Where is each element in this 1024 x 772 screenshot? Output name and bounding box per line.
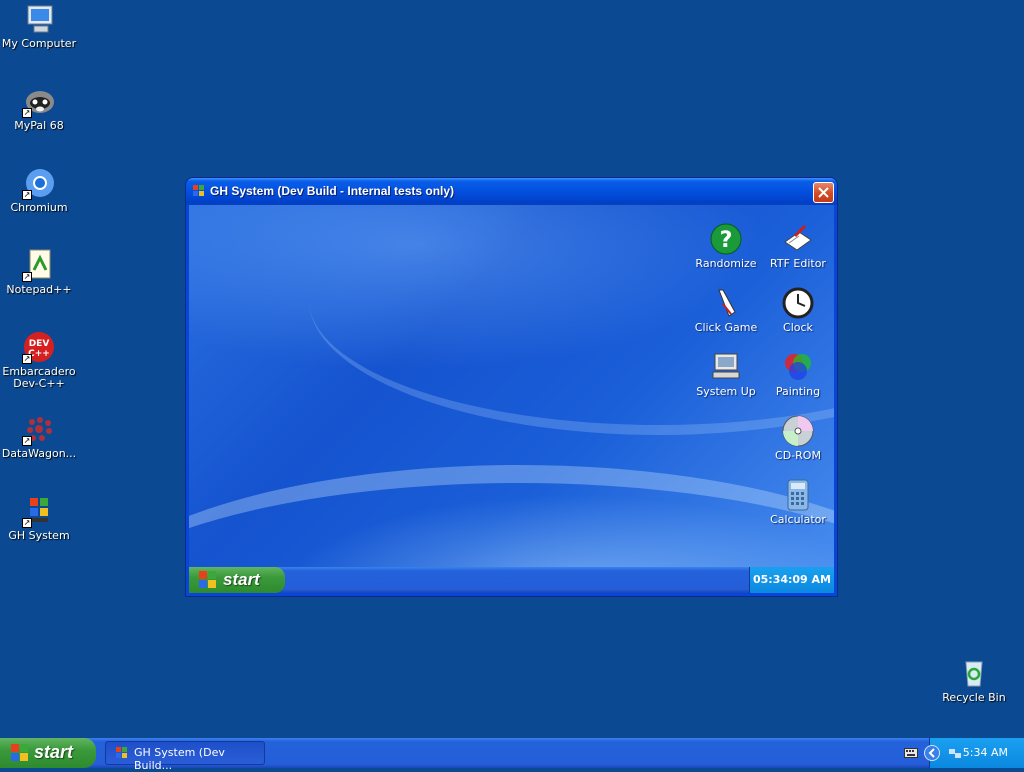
app-label: Painting xyxy=(775,385,821,398)
notepad-icon xyxy=(781,222,815,256)
color-circles-icon xyxy=(781,350,815,384)
question-icon: ? xyxy=(709,222,743,256)
desktop-icon-label: MyPal 68 xyxy=(14,119,64,132)
desktop-icon-label: My Computer xyxy=(1,37,77,50)
chevron-left-icon xyxy=(928,748,935,758)
desktop-icon-datawagon[interactable]: ↗ DataWagon... xyxy=(0,412,78,460)
taskbar-item-label: GH System (Dev Build... xyxy=(134,746,225,772)
shortcut-arrow-icon: ↗ xyxy=(22,190,32,200)
raccoon-icon: ↗ xyxy=(22,84,56,118)
close-icon xyxy=(818,187,829,198)
window-desktop-area: ? Randomize RTF Editor Click Game Clock xyxy=(189,205,834,593)
shortcut-arrow-icon: ↗ xyxy=(22,108,32,118)
desktop-icon-mypal[interactable]: ↗ MyPal 68 xyxy=(0,84,78,132)
app-rtf-editor[interactable]: RTF Editor xyxy=(763,222,833,270)
recycle-bin-icon xyxy=(957,656,991,690)
app-clock[interactable]: Clock xyxy=(763,286,833,334)
app-label: CD-ROM xyxy=(775,449,821,462)
desktop-icon-chromium[interactable]: ↗ Chromium xyxy=(0,166,78,214)
tray-expand-button[interactable] xyxy=(924,745,940,761)
app-click-game[interactable]: Click Game xyxy=(691,286,761,334)
desktop-icon-label: Notepad++ xyxy=(6,283,72,296)
desktop-icon-label: Embarcadero Dev-C++ xyxy=(2,365,76,390)
windows-logo-icon xyxy=(11,744,28,761)
desktop-icon-gh-system[interactable]: ↗ GH System xyxy=(0,494,78,542)
clock-icon xyxy=(781,286,815,320)
system-tray: 5:34 AM xyxy=(929,738,1024,768)
window-titlebar[interactable]: GH System (Dev Build - Internal tests on… xyxy=(186,178,837,205)
network-icon[interactable] xyxy=(948,746,962,760)
desktop-icon-recycle-bin[interactable]: Recycle Bin xyxy=(935,656,1013,704)
app-flag-icon xyxy=(192,184,206,198)
tray-clock: 5:34 AM xyxy=(962,746,1008,759)
app-flag-icon xyxy=(115,746,129,760)
start-label: start xyxy=(34,742,74,762)
app-label: RTF Editor xyxy=(770,257,826,270)
app-label: Randomize xyxy=(695,257,757,270)
inner-taskbar: start 05:34:09 AM xyxy=(189,567,834,593)
app-label: Clock xyxy=(783,321,813,334)
app-cd-rom[interactable]: CD-ROM xyxy=(763,414,833,462)
start-button[interactable]: start xyxy=(0,738,96,768)
notepadpp-icon: ↗ xyxy=(22,248,56,282)
keyboard-icon[interactable] xyxy=(904,748,918,758)
app-calculator[interactable]: Calculator xyxy=(763,478,833,526)
shortcut-arrow-icon: ↗ xyxy=(22,272,32,282)
computer-icon xyxy=(22,2,56,36)
shortcut-arrow-icon: ↗ xyxy=(22,518,32,528)
gh-system-window[interactable]: GH System (Dev Build - Internal tests on… xyxy=(186,178,837,596)
app-system-up[interactable]: System Up xyxy=(691,350,761,398)
app-randomize[interactable]: ? Randomize xyxy=(691,222,761,270)
windows-logo-icon xyxy=(199,571,216,588)
taskbar-item-gh-system[interactable]: GH System (Dev Build... xyxy=(105,741,265,772)
close-button[interactable] xyxy=(813,182,834,203)
inner-clock: 05:34:09 AM xyxy=(749,567,834,593)
app-label: Calculator xyxy=(770,513,826,526)
windows-flag-icon: ↗ xyxy=(22,494,56,528)
svg-text:?: ? xyxy=(720,228,733,253)
shortcut-arrow-icon: ↗ xyxy=(22,354,32,364)
inner-start-label: start xyxy=(223,570,260,589)
chromium-icon: ↗ xyxy=(22,166,56,200)
desktop-icon-label: Recycle Bin xyxy=(942,691,1006,704)
shortcut-arrow-icon: ↗ xyxy=(22,436,32,446)
app-painting[interactable]: Painting xyxy=(763,350,833,398)
inner-start-button[interactable]: start xyxy=(189,567,285,593)
svg-text:DEV: DEV xyxy=(29,339,50,349)
desktop-icon-notepadpp[interactable]: ↗ Notepad++ xyxy=(0,248,78,296)
datawagon-icon: ↗ xyxy=(22,412,56,446)
app-label: Click Game xyxy=(694,321,758,334)
taskbar: start GH System (Dev Build... 5:34 AM xyxy=(0,738,1024,772)
window-title: GH System (Dev Build - Internal tests on… xyxy=(210,184,455,198)
desktop-icon-label: Chromium xyxy=(10,201,68,214)
app-label: System Up xyxy=(696,385,756,398)
computer-icon xyxy=(709,350,743,384)
desktop-icon-label: GH System xyxy=(8,529,70,542)
desktop-icon-label: DataWagon... xyxy=(1,447,77,460)
devcpp-icon: DEV C++ ↗ xyxy=(22,330,56,364)
pointer-icon xyxy=(709,286,743,320)
calculator-icon xyxy=(781,478,815,512)
desktop-icon-devcpp[interactable]: DEV C++ ↗ Embarcadero Dev-C++ xyxy=(0,330,78,390)
cd-icon xyxy=(781,414,815,448)
desktop-icon-my-computer[interactable]: My Computer xyxy=(0,2,78,50)
